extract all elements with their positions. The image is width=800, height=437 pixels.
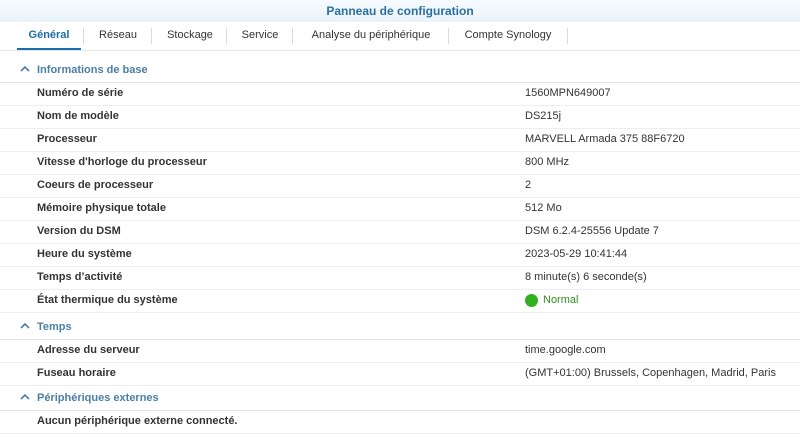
row-key: Mémoire physique totale xyxy=(37,202,166,214)
info-row-serial: Numéro de série 1560MPN649007 xyxy=(0,82,800,106)
section-external-devices-header[interactable]: Périphériques externes xyxy=(0,386,800,411)
info-row-ntp-server: Adresse du serveur time.google.com xyxy=(0,339,800,363)
tab-separator xyxy=(226,28,227,44)
row-key: Processeur xyxy=(37,133,97,145)
row-key: Fuseau horaire xyxy=(37,367,116,379)
chevron-up-icon xyxy=(20,322,30,329)
section-title: Périphériques externes xyxy=(37,392,159,404)
tab-general[interactable]: Général xyxy=(17,22,81,50)
row-key: Numéro de série xyxy=(37,87,124,99)
window-title: Panneau de configuration xyxy=(326,4,474,18)
info-row-memory: Mémoire physique totale 512 Mo xyxy=(0,197,800,221)
row-key: Coeurs de processeur xyxy=(37,179,154,191)
row-value: (GMT+01:00) Brussels, Copenhagen, Madrid… xyxy=(525,367,776,379)
tab-separator xyxy=(448,28,449,44)
row-value: DS215j xyxy=(525,110,562,122)
row-value: 800 MHz xyxy=(525,156,570,168)
row-key: Aucun périphérique externe connecté. xyxy=(37,415,238,427)
row-value: 512 Mo xyxy=(525,202,562,214)
row-key: Temps d’activité xyxy=(37,271,123,283)
row-key: Vitesse d'horloge du processeur xyxy=(37,156,207,168)
row-value: 8 minute(s) 6 seconde(s) xyxy=(525,271,647,283)
row-key: Heure du système xyxy=(37,248,132,260)
section-time-header[interactable]: Temps xyxy=(0,315,800,340)
row-value: MARVELL Armada 375 88F6720 xyxy=(525,133,685,145)
tab-bar: Général Réseau Stockage Service Analyse … xyxy=(0,22,800,51)
row-value: 2023-05-29 10:41:44 xyxy=(525,248,628,260)
row-value: DSM 6.2.4-25556 Update 7 xyxy=(525,225,659,237)
tab-storage[interactable]: Stockage xyxy=(158,22,222,48)
info-row-dsm-version: Version du DSM DSM 6.2.4-25556 Update 7 xyxy=(0,220,800,244)
tab-separator xyxy=(567,28,568,44)
thermal-status-value: Normal xyxy=(543,294,579,306)
tab-synology-account[interactable]: Compte Synology xyxy=(454,22,562,48)
info-row-cpu-clock: Vitesse d'horloge du processeur 800 MHz xyxy=(0,151,800,175)
row-key: Version du DSM xyxy=(37,225,121,237)
chevron-up-icon xyxy=(20,65,30,72)
tab-device-analysis[interactable]: Analyse du périphérique xyxy=(298,22,444,48)
row-key: État thermique du système xyxy=(37,294,178,306)
row-value: 1560MPN649007 xyxy=(525,87,611,99)
row-key: Nom de modèle xyxy=(37,110,119,122)
chevron-up-icon xyxy=(20,393,30,400)
row-value: 2 xyxy=(525,179,532,191)
info-row-cpu-cores: Coeurs de processeur 2 xyxy=(0,174,800,198)
info-row-timezone: Fuseau horaire (GMT+01:00) Brussels, Cop… xyxy=(0,362,800,386)
info-row-model: Nom de modèle DS215j xyxy=(0,105,800,129)
section-basic-info-header[interactable]: Informations de base xyxy=(0,58,800,83)
tab-separator xyxy=(151,28,152,44)
row-key: Adresse du serveur xyxy=(37,344,140,356)
section-title: Informations de base xyxy=(37,64,148,76)
info-row-uptime: Temps d’activité 8 minute(s) 6 seconde(s… xyxy=(0,266,800,290)
row-value: time.google.com xyxy=(525,344,606,356)
section-title: Temps xyxy=(37,321,72,333)
tab-separator xyxy=(83,28,84,44)
info-row-thermal-status: État thermique du système Normal xyxy=(0,289,800,313)
tab-network[interactable]: Réseau xyxy=(89,22,147,48)
window-titlebar: Panneau de configuration xyxy=(0,0,800,23)
info-row-no-external-device: Aucun périphérique externe connecté. xyxy=(0,410,800,434)
info-row-cpu: Processeur MARVELL Armada 375 88F6720 xyxy=(0,128,800,152)
tab-service[interactable]: Service xyxy=(232,22,288,48)
tab-separator xyxy=(292,28,293,44)
info-row-system-time: Heure du système 2023-05-29 10:41:44 xyxy=(0,243,800,267)
